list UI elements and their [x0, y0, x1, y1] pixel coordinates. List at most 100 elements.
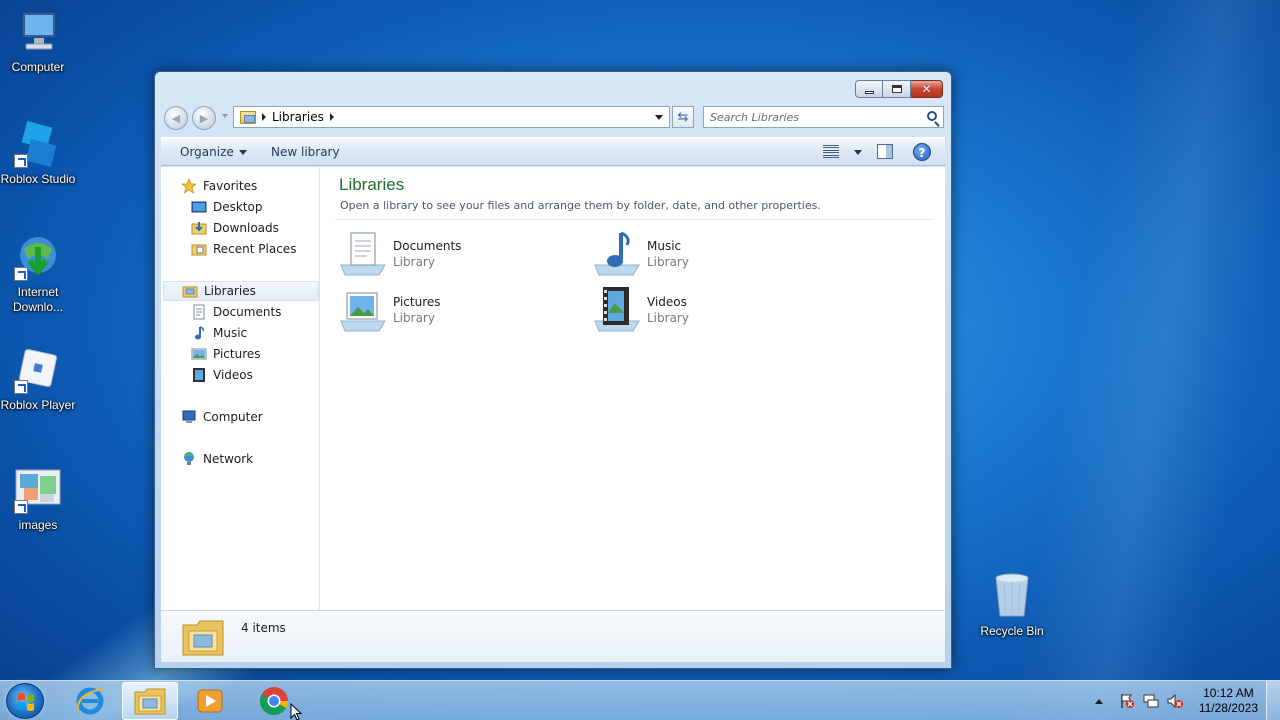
nav-item-libraries[interactable]: Libraries [163, 281, 319, 301]
desktop-icon-internet-download[interactable]: Internet Downlo... [0, 233, 76, 315]
taskbar-media-player[interactable] [182, 682, 238, 720]
media-player-icon [197, 689, 223, 713]
nav-item-computer[interactable]: Computer [161, 407, 317, 427]
pictures-library-icon [339, 287, 387, 333]
divider [335, 219, 933, 220]
address-bar[interactable]: Libraries [233, 106, 670, 128]
music-note-icon [191, 325, 207, 341]
search-box[interactable] [703, 106, 944, 128]
show-desktop-button[interactable] [1266, 681, 1280, 720]
show-hidden-icons-icon[interactable] [1094, 698, 1103, 704]
navigation-pane: Favorites Desktop Downloads Recent Place… [161, 167, 320, 610]
windows-logo-icon [18, 693, 34, 711]
back-arrow-icon: ◀ [171, 111, 181, 125]
taskbar-windows-explorer[interactable] [122, 682, 178, 720]
command-bar: Organize New library ? [161, 137, 945, 166]
desktop-icon [191, 199, 207, 215]
nav-item-label: Music [213, 326, 248, 340]
libraries-icon [182, 283, 198, 299]
start-button[interactable] [6, 683, 44, 719]
recent-pages-dropdown[interactable] [222, 114, 228, 118]
library-type: Library [393, 311, 435, 325]
caption-buttons: ✕ [855, 80, 943, 98]
chevron-down-icon [238, 150, 247, 155]
library-tile-pictures[interactable]: Pictures Library [339, 285, 559, 335]
close-icon: ✕ [921, 82, 932, 96]
maximize-button[interactable] [883, 80, 911, 98]
shortcut-arrow-icon [14, 500, 28, 514]
search-icon[interactable] [927, 111, 937, 121]
nav-item-label: Downloads [213, 221, 279, 235]
page-title: Libraries [339, 175, 405, 194]
organize-button[interactable]: Organize [180, 145, 247, 159]
help-icon[interactable]: ? [913, 143, 931, 161]
desktop-icon-recycle-bin[interactable]: Recycle Bin [974, 572, 1050, 639]
change-view-icon[interactable] [823, 145, 839, 159]
volume-muted-icon[interactable] [1167, 693, 1183, 709]
breadcrumb-libraries[interactable]: Libraries [272, 110, 324, 124]
library-tile-documents[interactable]: Documents Library [339, 229, 559, 279]
clock-date: 11/28/2023 [1198, 701, 1258, 715]
chevron-down-icon [854, 150, 862, 155]
desktop-icon-label: Roblox Player [0, 398, 76, 412]
nav-item-desktop[interactable]: Desktop [161, 197, 317, 217]
images-folder-icon [14, 466, 62, 514]
nav-item-downloads[interactable]: Downloads [161, 218, 317, 238]
library-type: Library [647, 255, 689, 269]
desktop-icon-label: Internet Downlo... [12, 285, 64, 314]
view-options-button[interactable] [849, 145, 862, 159]
nav-item-pictures[interactable]: Pictures [161, 344, 317, 364]
documents-library-icon [339, 231, 387, 277]
minimize-button[interactable] [855, 80, 883, 98]
library-tile-videos[interactable]: Videos Library [593, 285, 813, 335]
network-status-icon[interactable] [1143, 693, 1159, 709]
forward-arrow-icon: ▶ [199, 111, 209, 125]
nav-item-music[interactable]: Music [161, 323, 317, 343]
videos-library-icon [593, 287, 641, 333]
nav-item-recent-places[interactable]: Recent Places [161, 239, 317, 259]
search-input[interactable] [704, 107, 914, 127]
nav-item-label: Recent Places [213, 242, 297, 256]
music-library-icon [593, 231, 641, 277]
new-library-button[interactable]: New library [271, 145, 340, 159]
back-button[interactable]: ◀ [164, 106, 188, 130]
explorer-body: Favorites Desktop Downloads Recent Place… [161, 167, 945, 610]
maximize-icon [891, 85, 902, 93]
library-name: Pictures [393, 295, 441, 309]
picture-icon [191, 346, 207, 362]
explorer-window[interactable]: ✕ ◀ ▶ Libraries ⇆ Organize New library ? [154, 71, 952, 669]
desktop-icon-roblox-studio[interactable]: Roblox Studio [0, 120, 76, 187]
libraries-folder-icon [181, 617, 225, 657]
action-center-flag-icon[interactable] [1119, 693, 1135, 709]
system-clock[interactable]: 10:12 AM 11/28/2023 [1199, 686, 1258, 716]
taskbar: 10:12 AM 11/28/2023 [0, 680, 1280, 720]
nav-item-favorites[interactable]: Favorites [161, 176, 317, 196]
taskbar-internet-explorer[interactable] [62, 682, 118, 720]
library-name: Music [647, 239, 682, 253]
nav-item-label: Network [203, 452, 254, 466]
forward-button[interactable]: ▶ [192, 106, 216, 130]
system-tray: 10:12 AM 11/28/2023 [1094, 681, 1258, 720]
library-type: Library [393, 255, 435, 269]
close-button[interactable]: ✕ [911, 80, 943, 98]
breadcrumb-chevron-icon[interactable] [329, 113, 334, 121]
mouse-cursor-icon [290, 703, 302, 720]
refresh-icon: ⇆ [677, 109, 689, 125]
clock-time: 10:12 AM [1203, 686, 1254, 700]
preview-pane-icon[interactable] [877, 144, 893, 159]
organize-label: Organize [180, 145, 234, 159]
item-count: 4 items [241, 621, 286, 635]
library-tile-music[interactable]: Music Library [593, 229, 813, 279]
nav-item-label: Pictures [213, 347, 261, 361]
nav-item-videos[interactable]: Videos [161, 365, 317, 385]
nav-item-documents[interactable]: Documents [161, 302, 317, 322]
desktop-icon-roblox-player[interactable]: Roblox Player [0, 346, 76, 413]
minimize-icon [864, 90, 874, 94]
library-type: Library [647, 311, 689, 325]
desktop-icon-computer[interactable]: Computer [0, 8, 76, 75]
desktop-icon-images[interactable]: images [0, 466, 76, 533]
nav-item-network[interactable]: Network [161, 449, 317, 469]
refresh-button[interactable]: ⇆ [672, 106, 694, 128]
breadcrumb-chevron-icon[interactable] [262, 113, 266, 121]
address-dropdown-icon[interactable] [655, 115, 663, 120]
